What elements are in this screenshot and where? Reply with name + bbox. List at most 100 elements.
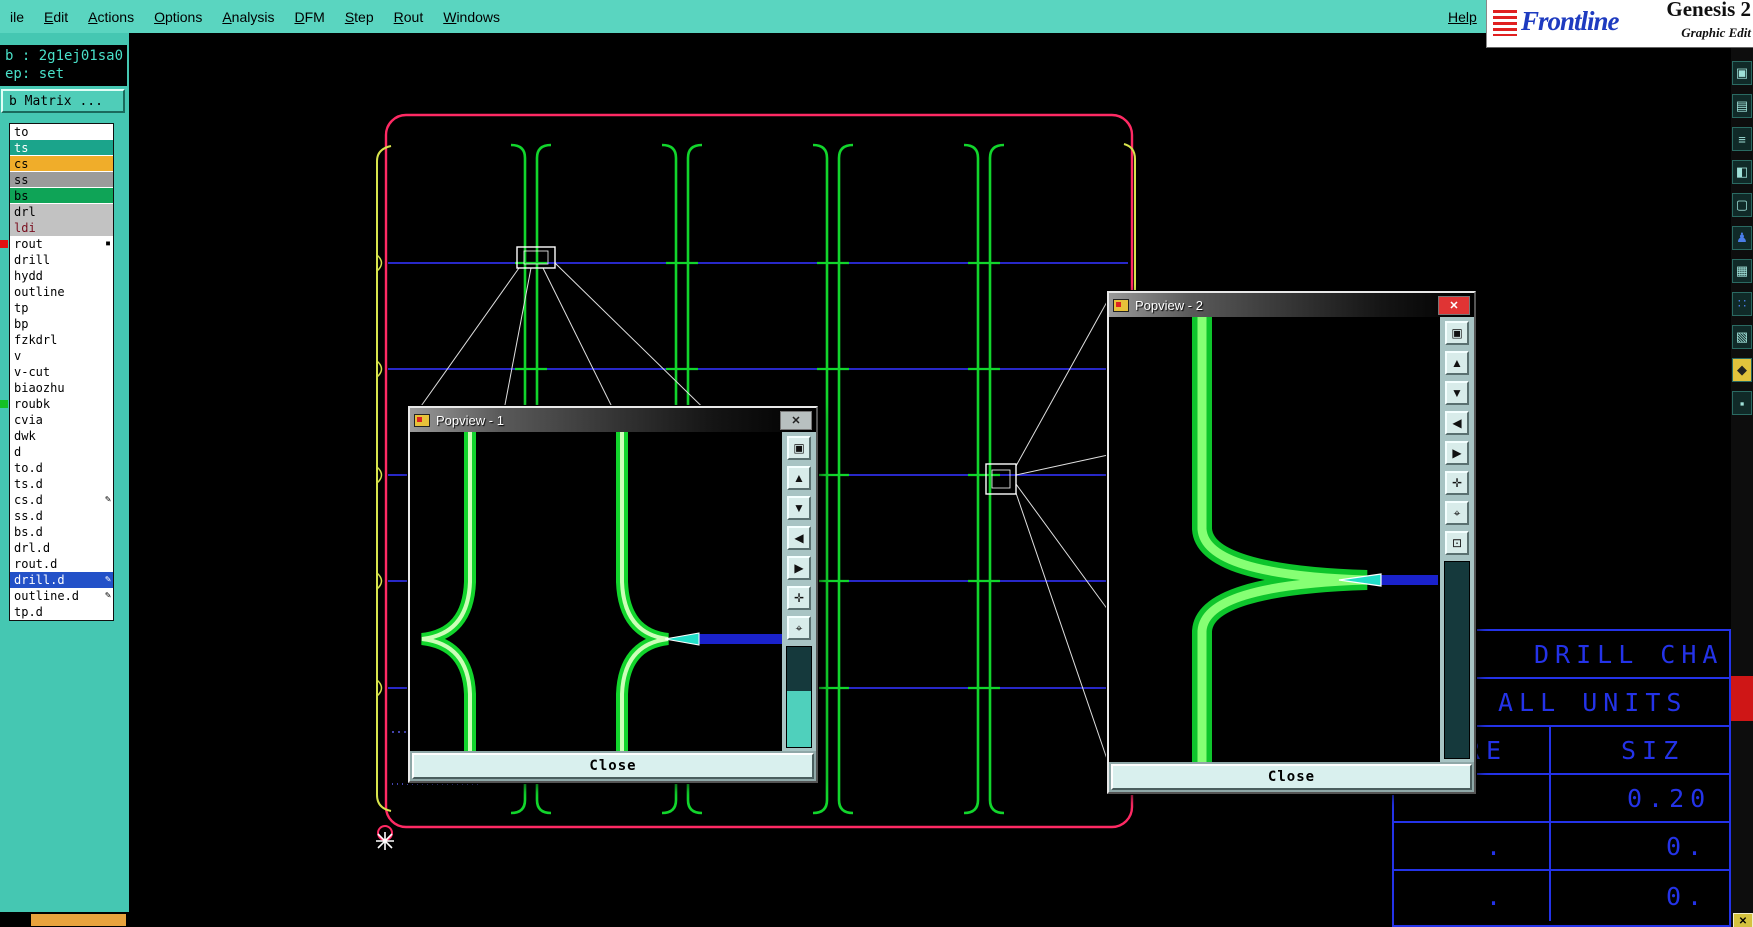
move-view-icon[interactable]: ✛ [1445, 471, 1469, 495]
layer-dwk[interactable]: dwk [10, 428, 113, 444]
alert-diamond-icon[interactable]: ◆ [1732, 358, 1752, 382]
dots-icon[interactable]: ∷ [1732, 292, 1752, 316]
pan-left-icon[interactable]: ◀ [1445, 411, 1469, 435]
layer-name: ts [14, 141, 29, 155]
close-window-button[interactable]: ✕ [1438, 295, 1470, 315]
layer-drill.d[interactable]: drill.d ✎ [10, 572, 113, 588]
pan-right-icon[interactable]: ▶ [1445, 441, 1469, 465]
layer-cs.d[interactable]: cs.d ✎ [10, 492, 113, 508]
center-view-icon[interactable]: ⌖ [1445, 501, 1469, 525]
new-window-icon[interactable]: ▣ [1732, 61, 1752, 85]
layer-rout[interactable]: rout ▪ [0, 236, 113, 252]
layer-cvia[interactable]: cvia [10, 412, 113, 428]
application-window: DRILL CHA ALL UNITS URE SIZ 0.20 . 0. . … [0, 0, 1753, 927]
menu-options[interactable]: Options [144, 0, 212, 33]
layer-cs[interactable]: cs [10, 156, 113, 172]
layer-name: outline.d [14, 589, 80, 603]
menu-actions[interactable]: Actions [78, 0, 144, 33]
hatch-icon[interactable]: ▧ [1732, 325, 1752, 349]
small-square-icon[interactable]: ▪ [1732, 391, 1752, 415]
layer-drl[interactable]: drl [10, 204, 113, 220]
pan-up-icon[interactable]: ▲ [1445, 351, 1469, 375]
layer-bs.d[interactable]: bs.d [10, 524, 113, 540]
cell-size-3: 0. [1666, 881, 1709, 911]
signal-line [699, 634, 782, 644]
layer-tp.d[interactable]: tp.d [10, 604, 113, 620]
drill-chart-data-row: . 0. [1394, 823, 1729, 871]
empty-frame-icon[interactable]: ▢ [1732, 193, 1752, 217]
product-name: Genesis 2 [1666, 0, 1751, 21]
menu-file[interactable]: ile [0, 0, 34, 33]
layer-name: drill.d [14, 573, 65, 587]
job-matrix-button[interactable]: b Matrix ... [1, 89, 125, 113]
menu-analysis[interactable]: Analysis [212, 0, 284, 33]
status-orange-bar [31, 914, 126, 926]
popview-window-1[interactable]: Popview - 1 ✕ ▣ ▲ ▼ ◀ ▶ ✛ ⌖ Close [408, 406, 818, 783]
layer-to[interactable]: to [10, 124, 113, 140]
layer-rout.d[interactable]: rout.d [10, 556, 113, 572]
split-view-icon[interactable]: ◧ [1732, 160, 1752, 184]
popview-scrollbar[interactable] [786, 646, 812, 748]
menu-windows[interactable]: Windows [433, 0, 510, 33]
layer-name: tp [14, 301, 29, 315]
job-label: b : 2g1ej01sa0 [5, 48, 124, 64]
popview-close-button[interactable]: Close [412, 753, 814, 779]
layer-ts[interactable]: ts [10, 140, 113, 156]
user-icon[interactable]: ♟ [1732, 226, 1752, 250]
pan-left-icon[interactable]: ◀ [787, 526, 811, 550]
pan-down-icon[interactable]: ▼ [1445, 381, 1469, 405]
menu-step[interactable]: Step [335, 0, 384, 33]
menu-dfm[interactable]: D FM [284, 0, 334, 33]
layer-v[interactable]: v [10, 348, 113, 364]
layer-ss.d[interactable]: ss.d [10, 508, 113, 524]
layer-fzkdrl[interactable]: fzkdrl [10, 332, 113, 348]
layer-ldi[interactable]: ldi [10, 220, 113, 236]
layer-outline.d[interactable]: outline.d ✎ [10, 588, 113, 604]
popview-1-footer: Close [410, 751, 816, 781]
frontline-stripes-icon [1493, 10, 1517, 36]
layer-biaozhu[interactable]: biaozhu [10, 380, 113, 396]
status-x-button[interactable]: ✕ [1733, 913, 1753, 927]
overlap-view-icon[interactable]: ▣ [787, 436, 811, 460]
popview-1-canvas[interactable] [410, 432, 782, 751]
pan-up-icon[interactable]: ▲ [787, 466, 811, 490]
popview-window-2[interactable]: Popview - 2 ✕ ▣ ▲ ▼ ◀ ▶ ✛ ⌖ ⊡ Close [1107, 291, 1476, 794]
popview-scrollbar[interactable] [1444, 561, 1470, 759]
menu-lines-icon[interactable]: ≡ [1732, 127, 1752, 151]
pan-right-icon[interactable]: ▶ [787, 556, 811, 580]
crosshair-icon[interactable]: ⊡ [1445, 531, 1469, 555]
layer-to.d[interactable]: to.d [10, 460, 113, 476]
layer-outline[interactable]: outline [10, 284, 113, 300]
menu-help[interactable]: Help [1440, 0, 1485, 33]
pan-down-icon[interactable]: ▼ [787, 496, 811, 520]
layer-ts.d[interactable]: ts.d [10, 476, 113, 492]
routing-trace [963, 143, 980, 815]
red-indicator [1731, 676, 1753, 721]
scrollbar-thumb[interactable] [787, 691, 811, 747]
move-view-icon[interactable]: ✛ [787, 586, 811, 610]
layers-panel-icon[interactable]: ▤ [1732, 94, 1752, 118]
layer-name: cs.d [14, 493, 43, 507]
layer-hydd[interactable]: hydd [10, 268, 113, 284]
layer-drill[interactable]: drill [10, 252, 113, 268]
grid-icon[interactable]: ▦ [1732, 259, 1752, 283]
menu-rout[interactable]: Rout [384, 0, 434, 33]
popview-1-titlebar[interactable]: Popview - 1 ✕ [410, 408, 816, 432]
popview-2-titlebar[interactable]: Popview - 2 ✕ [1109, 293, 1474, 317]
overlap-view-icon[interactable]: ▣ [1445, 321, 1469, 345]
layer-bp[interactable]: bp [10, 316, 113, 332]
layer-drl.d[interactable]: drl.d [10, 540, 113, 556]
layer-bs[interactable]: bs [10, 188, 113, 204]
layer-roubk[interactable]: roubk [0, 396, 113, 412]
layer-tp[interactable]: tp [10, 300, 113, 316]
popview-2-canvas[interactable] [1109, 317, 1440, 762]
layer-ss[interactable]: ss [10, 172, 113, 188]
popview-close-button[interactable]: Close [1111, 764, 1472, 790]
layer-d[interactable]: d [10, 444, 113, 460]
close-window-button[interactable]: ✕ [780, 410, 812, 430]
center-view-icon[interactable]: ⌖ [787, 616, 811, 640]
layer-v-cut[interactable]: v-cut [10, 364, 113, 380]
right-toolbar: ▣ ▤ ≡ ◧ ▢ ♟ ▦ ∷ ▧ ◆ ▪ ✕ [1731, 47, 1753, 927]
menu-edit[interactable]: Edit [34, 0, 78, 33]
layer-name: d [14, 445, 22, 459]
